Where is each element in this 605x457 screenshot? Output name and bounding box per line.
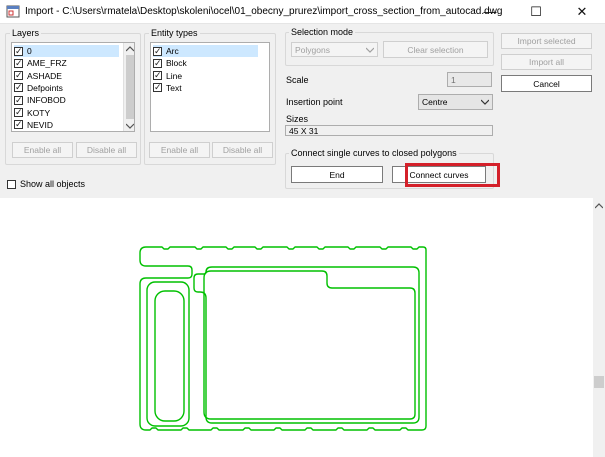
show-all-objects-label: Show all objects	[20, 179, 86, 189]
layers-scroll-thumb[interactable]	[126, 55, 134, 119]
show-all-objects-checkbox[interactable]	[7, 179, 16, 189]
layers-label: Layers	[10, 28, 42, 38]
layer-item-label: KOTY	[27, 107, 51, 118]
app-icon	[6, 5, 20, 18]
chevron-down-icon	[481, 99, 489, 105]
entity-item-label: Line	[166, 70, 183, 81]
insertion-point-value: Centre	[422, 97, 448, 107]
scroll-up-icon[interactable]	[595, 203, 603, 209]
maximize-icon: ☐	[530, 4, 542, 19]
layer-item-checkbox[interactable]	[14, 69, 23, 81]
selection-mode-select[interactable]: Polygons	[291, 42, 378, 57]
layer-item-checkbox[interactable]	[14, 57, 23, 69]
preview-drawing	[139, 246, 427, 431]
entity-types-label: Entity types	[149, 28, 200, 38]
layers-list[interactable]: 0 AME_FRZASHADEDefpoints INFOBODKOTYNEVID	[11, 42, 135, 132]
layer-list-item[interactable]: Defpoints	[14, 81, 119, 94]
layers-disable-all-button[interactable]: Disable all	[76, 142, 137, 158]
entity-item-checkbox[interactable]	[153, 45, 162, 57]
left-outer-slot-curve	[146, 281, 190, 427]
entity-item-label: Arc	[166, 46, 179, 56]
entity-list-item[interactable]: Block	[153, 57, 258, 69]
entity-list-item[interactable]: Line	[153, 69, 258, 82]
inner-large-opening-curve	[193, 266, 420, 424]
layer-item-checkbox[interactable]	[14, 106, 23, 118]
end-button[interactable]: End	[291, 166, 383, 183]
entity-list-item[interactable]: Arc	[153, 45, 258, 57]
layer-item-label: ASHADE	[27, 70, 62, 81]
layer-list-item[interactable]: AME_FRZ	[14, 57, 119, 69]
window-title: Import - C:\Users\rmatela\Desktop\skolen…	[25, 6, 503, 17]
scroll-up-icon[interactable]	[126, 46, 134, 52]
show-all-objects-option[interactable]: Show all objects	[7, 179, 85, 189]
entity-item-checkbox[interactable]	[153, 69, 162, 81]
layer-item-label: 0	[27, 46, 32, 56]
entity-item-checkbox[interactable]	[153, 81, 162, 93]
layer-item-checkbox[interactable]	[14, 94, 23, 106]
maximize-button[interactable]: ☐	[513, 0, 559, 24]
minimize-icon: —	[483, 4, 497, 19]
clear-selection-button[interactable]: Clear selection	[383, 41, 488, 58]
insertion-point-select[interactable]: Centre	[418, 94, 493, 110]
selection-mode-value: Polygons	[295, 44, 330, 55]
layer-list-item[interactable]: 0	[14, 45, 119, 57]
preview-canvas[interactable]	[0, 198, 605, 457]
scroll-down-icon[interactable]	[126, 123, 134, 129]
title-bar: Import - C:\Users\rmatela\Desktop\skolen…	[0, 0, 605, 24]
canvas-scroll-thumb[interactable]	[594, 376, 604, 388]
layer-item-checkbox[interactable]	[14, 81, 23, 93]
layer-item-label: INFOBOD	[27, 95, 66, 106]
entity-disable-all-button[interactable]: Disable all	[212, 142, 273, 158]
connect-label: Connect single curves to closed polygons	[289, 148, 459, 158]
layers-enable-all-button[interactable]: Enable all	[12, 142, 73, 158]
outer-profile-curve	[139, 246, 427, 431]
layer-item-label: NEVID	[27, 119, 53, 130]
entity-item-label: Text	[166, 82, 182, 93]
import-all-button[interactable]: Import all	[501, 54, 592, 70]
layer-list-item[interactable]: ASHADE	[14, 69, 119, 82]
left-inner-slot-curve	[154, 290, 185, 422]
import-selected-button[interactable]: Import selected	[501, 33, 592, 49]
layer-item-label: AME_FRZ	[27, 58, 67, 69]
close-icon: ✕	[576, 4, 588, 19]
scale-label: Scale	[286, 75, 309, 85]
layer-list-item[interactable]: INFOBOD	[14, 94, 119, 106]
entity-item-checkbox[interactable]	[153, 57, 162, 69]
close-button[interactable]: ✕	[559, 0, 605, 24]
layers-scrollbar[interactable]	[123, 43, 134, 131]
chevron-down-icon	[366, 47, 374, 53]
sizes-value: 45 X 31	[285, 125, 493, 136]
layer-list-item[interactable]: KOTY	[14, 106, 119, 119]
connect-curves-highlight	[405, 163, 500, 187]
entity-list-item[interactable]: Text	[153, 81, 258, 94]
entity-enable-all-button[interactable]: Enable all	[149, 142, 210, 158]
layer-item-checkbox[interactable]	[14, 118, 23, 130]
inner-medium-opening-curve	[203, 270, 416, 420]
scale-input[interactable]: 1	[447, 72, 492, 87]
layer-item-label: Defpoints	[27, 82, 63, 93]
cancel-button[interactable]: Cancel	[501, 75, 592, 92]
minimize-button[interactable]: —	[467, 0, 513, 24]
entity-item-label: Block	[166, 58, 187, 69]
entity-types-list[interactable]: Arc BlockLineText	[150, 42, 270, 132]
canvas-scrollbar[interactable]	[593, 198, 605, 457]
layer-item-checkbox[interactable]	[14, 45, 23, 57]
insertion-point-label: Insertion point	[286, 97, 343, 107]
sizes-label: Sizes	[286, 114, 309, 124]
selection-mode-label: Selection mode	[289, 27, 356, 37]
layer-list-item[interactable]: NEVID	[14, 118, 119, 131]
